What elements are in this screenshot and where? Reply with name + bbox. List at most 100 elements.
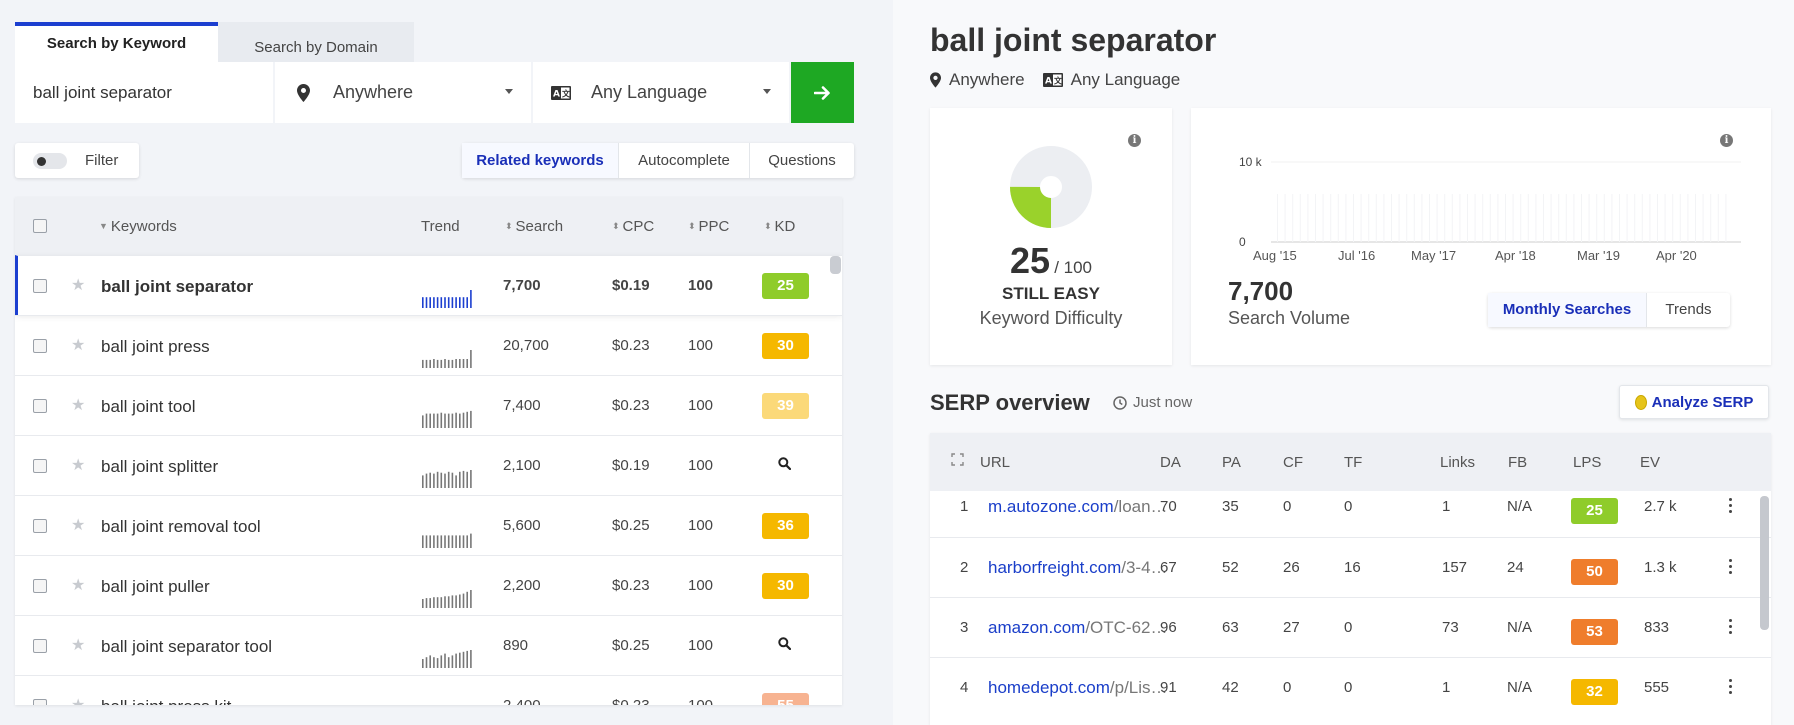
star-icon[interactable]: ★ [71, 275, 85, 295]
tab-autocomplete[interactable]: Autocomplete [618, 143, 749, 178]
search-icon[interactable] [778, 457, 792, 474]
keyword-row[interactable]: ★ ball joint tool 7,400 $0.23 100 39 [15, 375, 842, 435]
serp-url-domain: amazon.com [988, 618, 1086, 637]
keyword-row[interactable]: ★ ball joint press kit 2,400 $0.23 100 55 [15, 675, 842, 705]
keyword-row[interactable]: ★ ball joint puller 2,200 $0.23 100 30 [15, 555, 842, 615]
trend-bar [470, 470, 472, 488]
keyword-row[interactable]: ★ ball joint press 20,700 $0.23 100 30 [15, 315, 842, 375]
keyword-name[interactable]: ball joint press [101, 337, 210, 357]
language-select[interactable]: A文 Any Language [533, 62, 789, 123]
serp-row[interactable]: 1 m.autozone.com/loan… 70 35 0 0 1 N/A 2.7 k 25 [930, 477, 1771, 537]
col-search[interactable]: ⬍ Search [505, 218, 563, 235]
expand-icon[interactable] [951, 453, 964, 470]
row-checkbox[interactable] [33, 279, 47, 293]
serp-tf: 0 [1344, 679, 1353, 696]
row-checkbox[interactable] [33, 519, 47, 533]
kd-badge: 36 [762, 513, 809, 539]
tab-related-keywords[interactable]: Related keywords [462, 143, 618, 178]
col-ppc[interactable]: ⬍ PPC [688, 218, 729, 235]
trend-bar [440, 412, 443, 428]
more-options-icon[interactable] [1729, 619, 1733, 637]
trend-bar [444, 297, 446, 308]
row-checkbox[interactable] [33, 699, 47, 705]
trend-bar [425, 297, 428, 308]
info-icon[interactable]: i [1720, 134, 1733, 147]
trend-bar [447, 471, 450, 488]
keyword-name[interactable]: ball joint separator tool [101, 637, 272, 657]
volume-bar [1565, 194, 1567, 242]
keyword-row[interactable]: ★ ball joint separator 7,700 $0.19 100 25 [15, 255, 842, 315]
keyword-row[interactable]: ★ ball joint separator tool 890 $0.25 100 [15, 615, 842, 675]
volume-bar [1467, 194, 1468, 242]
tab-monthly-searches[interactable]: Monthly Searches [1488, 293, 1646, 327]
volume-bar [1482, 194, 1484, 242]
keyword-table: ▼ Keywords Trend ⬍ Search ⬍ CPC ⬍ PPC ⬍ KD ★ b… [15, 197, 842, 705]
analyze-serp-button[interactable]: Analyze SERP [1619, 385, 1769, 419]
volume-bar [1702, 194, 1704, 242]
volume-bar [1391, 194, 1392, 242]
trend-bar [459, 297, 461, 308]
volume-bar [1543, 194, 1544, 242]
serp-url-link[interactable]: harborfreight.com/3-4… [988, 558, 1168, 578]
star-icon[interactable]: ★ [71, 395, 85, 415]
filter-switch[interactable] [33, 152, 67, 169]
keyword-name[interactable]: ball joint tool [101, 397, 196, 417]
serp-url-link[interactable]: homedepot.com/p/Lis… [988, 678, 1168, 698]
serp-row[interactable]: 4 homedepot.com/p/Lis… 91 42 0 0 1 N/A 555 32 [930, 657, 1771, 717]
serp-url-link[interactable]: amazon.com/OTC-62… [988, 618, 1168, 638]
more-options-icon[interactable] [1729, 679, 1733, 697]
col-keywords[interactable]: ▼ Keywords [99, 218, 177, 235]
trend-bar [462, 470, 465, 488]
tab-trends[interactable]: Trends [1646, 293, 1730, 327]
result-type-tabs: Related keywords Autocomplete Questions [462, 143, 854, 178]
keyword-ppc: 100 [688, 697, 713, 705]
col-cpc[interactable]: ⬍ CPC [612, 218, 654, 235]
row-checkbox[interactable] [33, 339, 47, 353]
keyword-table-scrollbar[interactable] [830, 256, 841, 274]
keyword-ppc: 100 [688, 457, 714, 474]
serp-row[interactable]: 3 amazon.com/OTC-62… 96 63 27 0 73 N/A 833 53 [930, 597, 1771, 657]
volume-bar [1626, 194, 1628, 242]
row-checkbox[interactable] [33, 399, 47, 413]
star-icon[interactable]: ★ [71, 455, 85, 475]
star-icon[interactable]: ★ [71, 695, 85, 705]
col-keywords-label: Keywords [110, 218, 177, 235]
keyword-name[interactable]: ball joint splitter [101, 457, 218, 477]
more-options-icon[interactable] [1729, 559, 1733, 577]
serp-table-scrollbar[interactable] [1760, 496, 1769, 630]
row-checkbox[interactable] [33, 579, 47, 593]
select-all-checkbox[interactable] [33, 219, 47, 233]
keyword-input[interactable] [15, 62, 273, 123]
info-icon[interactable]: i [1128, 134, 1141, 147]
location-select[interactable]: Anywhere [275, 62, 531, 123]
filter-toggle[interactable]: Filter [15, 143, 139, 178]
search-icon[interactable] [778, 637, 792, 654]
keyword-row[interactable]: ★ ball joint removal tool 5,600 $0.25 100 36 [15, 495, 842, 555]
star-icon[interactable]: ★ [71, 575, 85, 595]
col-kd[interactable]: ⬍ KD [764, 218, 795, 235]
volume-bar [1527, 194, 1529, 242]
serp-url-link[interactable]: m.autozone.com/loan… [988, 497, 1168, 517]
keyword-row[interactable]: ★ ball joint splitter 2,100 $0.19 100 [15, 435, 842, 495]
trend-bar [459, 594, 461, 608]
tab-search-by-keyword[interactable]: Search by Keyword [15, 22, 218, 62]
tab-search-by-domain[interactable]: Search by Domain [218, 22, 414, 62]
col-trend: Trend [421, 218, 460, 235]
tab-questions[interactable]: Questions [749, 143, 854, 178]
keyword-name[interactable]: ball joint puller [101, 577, 210, 597]
row-checkbox[interactable] [33, 459, 47, 473]
keyword-name[interactable]: ball joint separator [101, 277, 253, 297]
star-icon[interactable]: ★ [71, 515, 85, 535]
star-icon[interactable]: ★ [71, 635, 85, 655]
y-tick-zero: 0 [1239, 235, 1246, 249]
volume-bar [1672, 194, 1674, 242]
search-go-button[interactable] [791, 62, 854, 123]
star-icon[interactable]: ★ [71, 335, 85, 355]
keyword-name[interactable]: ball joint press kit [101, 697, 231, 705]
row-checkbox[interactable] [33, 639, 47, 653]
keyword-name[interactable]: ball joint removal tool [101, 517, 261, 537]
serp-row[interactable]: 2 harborfreight.com/3-4… 67 52 26 16 157 24 1.3 … [930, 537, 1771, 597]
more-options-icon[interactable] [1729, 498, 1733, 516]
serp-tf: 0 [1344, 498, 1353, 515]
serp-ev: 833 [1644, 619, 1670, 636]
